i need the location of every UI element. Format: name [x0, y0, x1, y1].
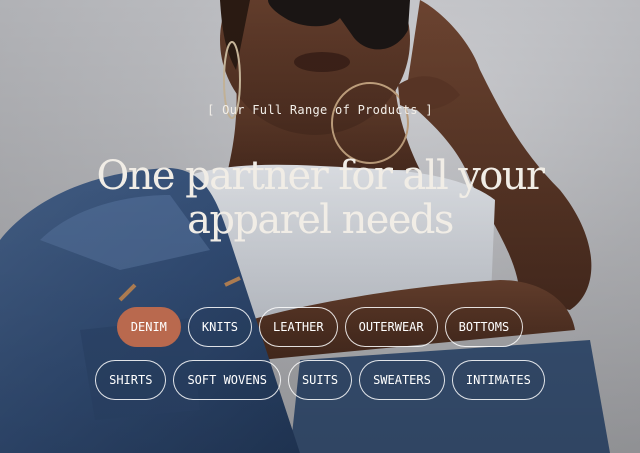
- hero-headline: One partner for all your apparel needs: [0, 154, 640, 242]
- category-chip-leather[interactable]: LEATHER: [259, 307, 338, 347]
- category-chip-outerwear[interactable]: OUTERWEAR: [344, 307, 438, 347]
- category-chip-sweaters[interactable]: SWEATERS: [359, 360, 445, 400]
- category-chip-shirts[interactable]: SHIRTS: [95, 360, 167, 400]
- category-chip-suits[interactable]: SUITS: [287, 360, 353, 400]
- headline-line-2: apparel needs: [187, 197, 454, 243]
- category-chip-knits[interactable]: KNITS: [187, 307, 253, 347]
- category-chip-bottoms[interactable]: BOTTOMS: [444, 307, 524, 347]
- category-row-1: DENIM KNITS LEATHER OUTERWEAR BOTTOMS: [0, 307, 640, 347]
- category-chip-denim[interactable]: DENIM: [116, 307, 181, 347]
- category-row-2: SHIRTS SOFT WOVENS SUITS SWEATERS INTIMA…: [0, 360, 640, 400]
- section-eyebrow: [ Our Full Range of Products ]: [207, 103, 433, 117]
- category-chip-intimates[interactable]: INTIMATES: [451, 360, 545, 400]
- hero-section: [ Our Full Range of Products ] One partn…: [0, 0, 640, 453]
- category-chip-soft-wovens[interactable]: SOFT WOVENS: [173, 360, 281, 400]
- headline-line-1: One partner for all your: [96, 153, 546, 199]
